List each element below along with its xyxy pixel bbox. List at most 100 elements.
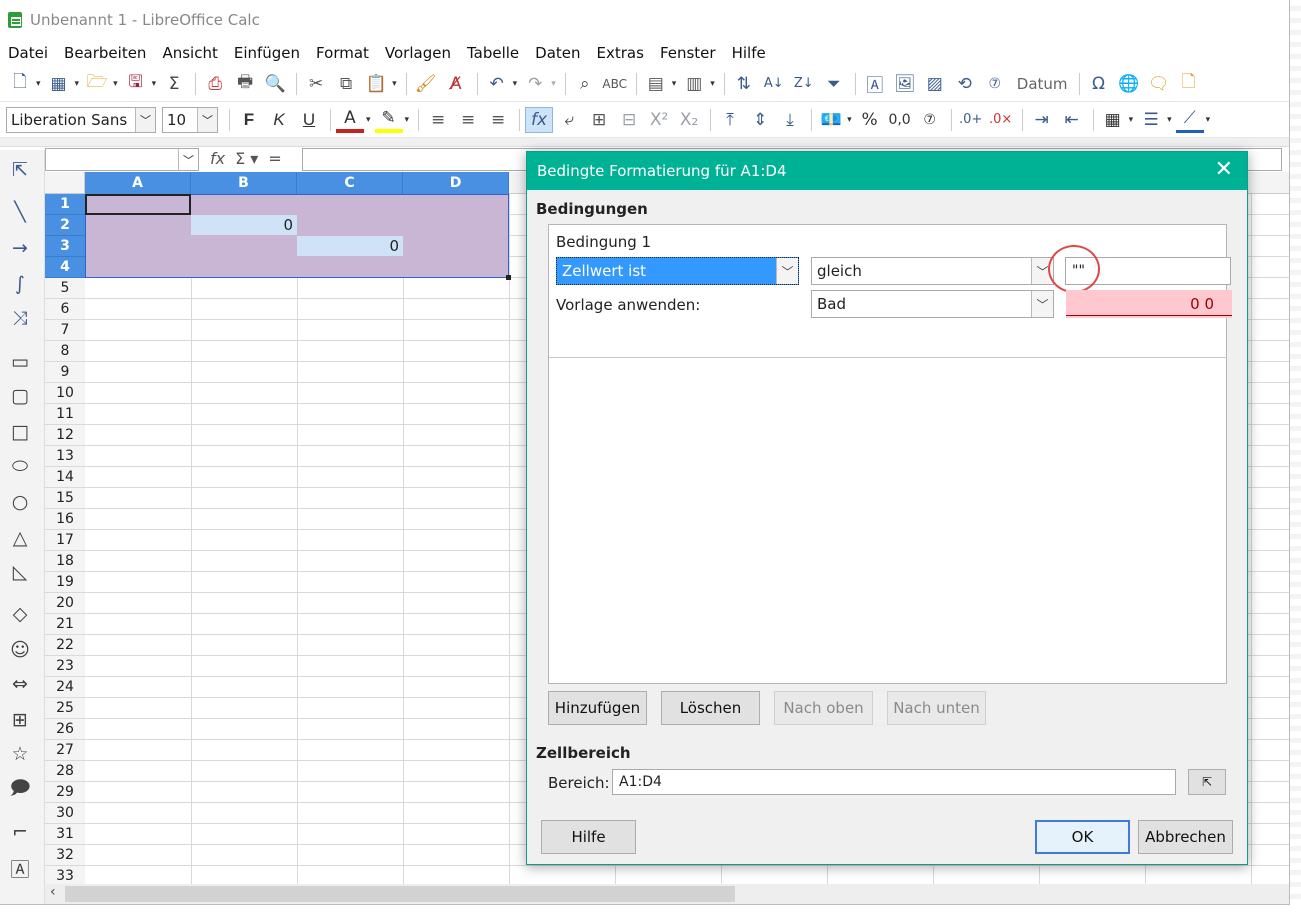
row-header[interactable]: 29 [45,782,85,803]
cell-b2[interactable]: 0 [191,215,297,235]
arrow-line-icon[interactable]: → [6,234,34,262]
hyperlink-icon[interactable]: 🌐 [1115,71,1143,97]
square-icon[interactable]: □ [6,418,34,446]
font-size-combo[interactable]: 10 ﹀ [162,106,218,133]
clone-formatting-icon[interactable]: 🖌 [412,71,440,97]
align-left-icon[interactable]: ≡ [424,107,452,133]
date-format-icon[interactable]: ⑦ [916,107,944,133]
fontwork-icon[interactable]: 🄰 [6,854,34,882]
center-vertically-icon[interactable]: ⇕ [746,107,774,133]
unmerge-icon[interactable]: ⊟ [615,107,643,133]
active-cell-a1[interactable] [85,194,191,215]
print-icon[interactable]: 🖶 [231,71,259,97]
right-triangle-icon[interactable]: ◺ [6,558,34,586]
column-icon[interactable]: ▥ [680,71,708,97]
align-bottom-icon[interactable]: ⤓ [776,107,804,133]
pivot-table-icon[interactable]: ⟲ [951,71,979,97]
equals-icon[interactable]: = [268,149,281,168]
row-header[interactable]: 15 [45,488,85,509]
menu-daten[interactable]: Daten [527,44,588,62]
points-icon[interactable]: ⌐ [6,818,34,846]
row-header[interactable]: 13 [45,446,85,467]
menu-tabelle[interactable]: Tabelle [459,44,527,62]
increase-indent-icon[interactable]: ⇥ [1028,107,1056,133]
align-center-icon[interactable]: ≡ [454,107,482,133]
bold-icon[interactable]: F [235,107,263,133]
row-header[interactable]: 31 [45,824,85,845]
spelling-icon[interactable]: ABC [601,71,629,97]
borders-dropdown-icon[interactable]: ▾ [1129,115,1134,125]
sort-icon[interactable]: ⇅ [730,71,758,97]
fill-handle[interactable] [506,275,511,280]
row-icon[interactable]: ▤ [642,71,670,97]
new-dropdown-icon[interactable]: ▾ [36,79,41,89]
chevron-down-icon[interactable]: ﹀ [197,107,217,132]
border-style-dropdown-icon[interactable]: ▾ [1167,115,1172,125]
cut-icon[interactable]: ✂ [302,71,330,97]
save-icon[interactable]: 🖫 [122,71,150,97]
open-dropdown-icon[interactable]: ▾ [113,79,118,89]
rectangle-icon[interactable]: ▭ [6,348,34,376]
row-header[interactable]: 25 [45,698,85,719]
menu-ansicht[interactable]: Ansicht [154,44,225,62]
chevron-down-icon[interactable]: ﹀ [178,149,198,170]
sum-icon[interactable]: Σ ▾ [235,149,258,168]
circle-icon[interactable]: ○ [6,488,34,516]
superscript-icon[interactable]: X² [645,107,673,133]
currency-dropdown-icon[interactable]: ▾ [847,115,852,125]
column-header-a[interactable]: A [85,172,191,194]
row-header[interactable]: 16 [45,509,85,530]
number-format-icon[interactable]: 0,0 [886,107,914,133]
condition-entry[interactable]: Bedingung 1 Zellwert ist ﹀ gleich ﹀ "" V… [549,225,1232,358]
row-header[interactable]: 21 [45,614,85,635]
clear-formatting-icon[interactable]: A̸ [442,71,470,97]
border-style-icon[interactable]: ☰ [1137,107,1165,133]
currency-format-icon[interactable]: 💶 [817,107,845,133]
underline-icon[interactable]: U [295,107,323,133]
block-arrows-icon[interactable]: ⇔ [6,670,34,698]
decrease-indent-icon[interactable]: ⇤ [1058,107,1086,133]
add-button[interactable]: Hinzufügen [548,691,647,725]
row-dropdown-icon[interactable]: ▾ [672,79,677,89]
ellipse-icon[interactable]: ⬭ [6,452,34,480]
undo-dropdown-icon[interactable]: ▾ [513,79,518,89]
scrollbar-thumb[interactable] [65,886,735,902]
flowchart-icon[interactable]: ⊞ [6,706,34,734]
close-icon[interactable]: ✕ [1215,158,1233,182]
row-header[interactable]: 33 [45,866,85,884]
header-footer-icon[interactable]: 🗋 [1175,71,1203,97]
subscript-icon[interactable]: X₂ [675,107,703,133]
font-color-icon[interactable]: A [336,107,364,133]
cancel-button[interactable]: Abbrechen [1138,820,1233,854]
align-right-icon[interactable]: ≡ [484,107,512,133]
insert-chart-icon[interactable]: ▨ [921,71,949,97]
row-header[interactable]: 17 [45,530,85,551]
date-icon[interactable]: ⑦ [981,71,1009,97]
row-header[interactable]: 27 [45,740,85,761]
chevron-down-icon[interactable]: ﹀ [1031,291,1053,317]
delete-decimal-icon[interactable]: .0× [987,107,1015,133]
select-icon[interactable]: ⇱ [6,156,34,184]
wrap-text-icon[interactable]: fx [525,106,554,133]
curve-icon[interactable]: ∫ [6,270,34,298]
column-header-c[interactable]: C [297,172,403,194]
style-select[interactable]: Bad ﹀ [811,290,1054,318]
row-header[interactable]: 30 [45,803,85,824]
sort-ascending-icon[interactable]: A↓ [760,71,788,97]
border-color-icon[interactable]: ⟋ [1175,107,1204,133]
name-box[interactable]: ﹀ [45,148,199,171]
paste-icon[interactable]: 📋 [362,71,390,97]
font-color-dropdown-icon[interactable]: ▾ [366,115,371,125]
text-wrap-icon[interactable]: ⤶ [555,107,583,133]
row-header[interactable]: 5 [45,278,85,299]
row-header[interactable]: 11 [45,404,85,425]
move-up-button[interactable]: Nach oben [774,691,873,725]
rounded-rectangle-icon[interactable]: ▢ [6,382,34,410]
save-dropdown-icon[interactable]: ▾ [152,79,157,89]
comment-icon[interactable]: 🗨 [1145,71,1173,97]
italic-icon[interactable]: K [265,107,293,133]
row-header[interactable]: 7 [45,320,85,341]
callouts-icon[interactable]: 🗩 [6,776,34,804]
menu-bearbeiten[interactable]: Bearbeiten [56,44,154,62]
conditions-list[interactable]: Bedingung 1 Zellwert ist ﹀ gleich ﹀ "" V… [548,224,1232,684]
